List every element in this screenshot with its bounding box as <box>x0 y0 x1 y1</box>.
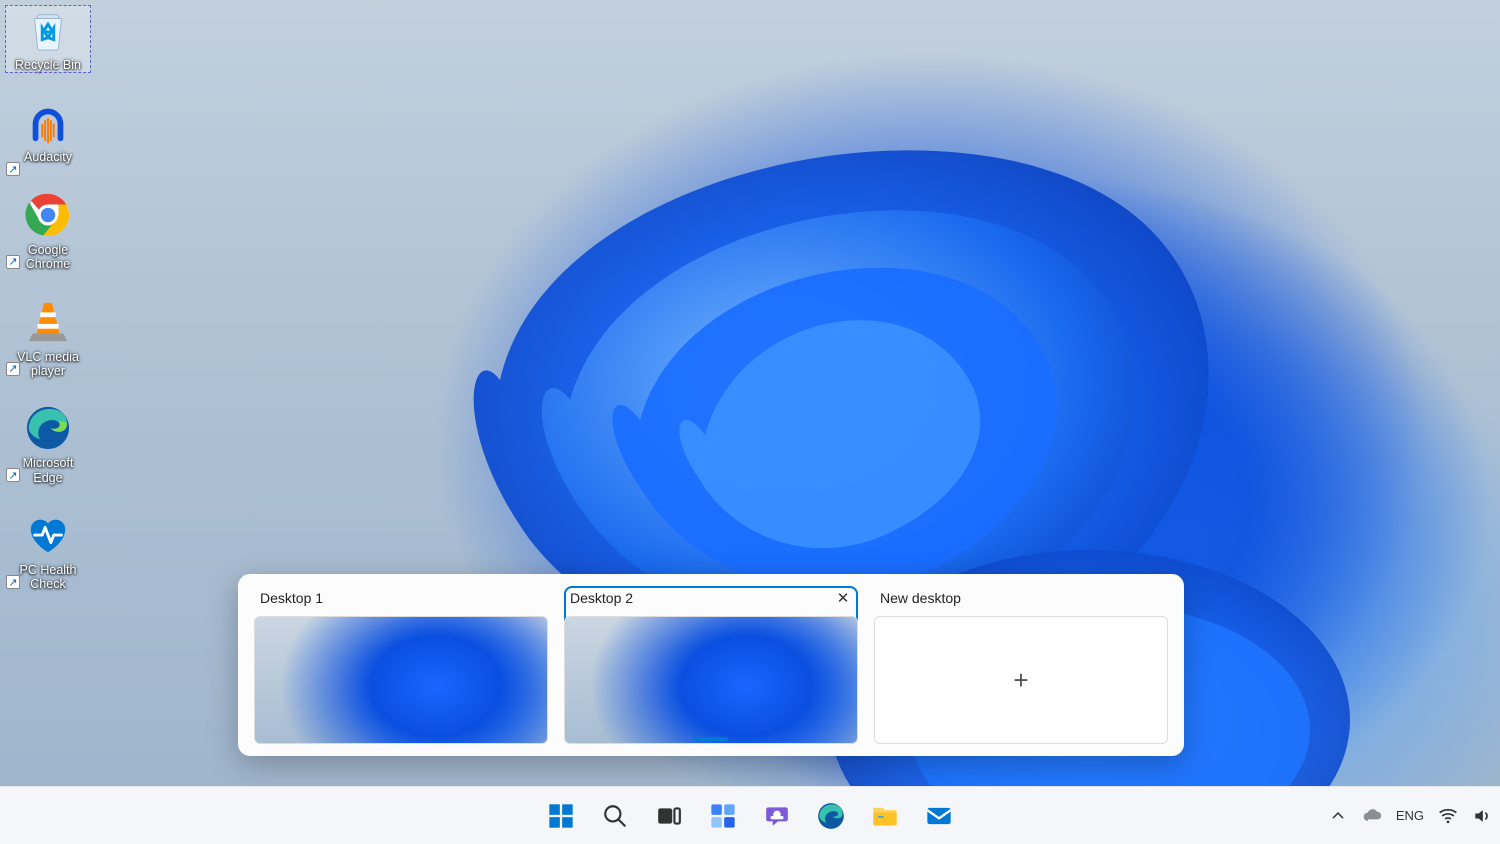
virtual-desktop-2[interactable]: Desktop 2 ✕ <box>564 586 858 744</box>
pc-health-check-icon <box>24 511 72 559</box>
start-icon <box>547 802 575 830</box>
taskview-button[interactable] <box>647 794 691 838</box>
plus-icon: + <box>1013 665 1028 696</box>
search-icon <box>602 803 628 829</box>
chrome-icon <box>24 191 72 239</box>
wifi-icon <box>1438 806 1458 826</box>
mail-icon <box>925 802 953 830</box>
virtual-desktop-title: Desktop 2 <box>570 590 633 606</box>
shortcut-arrow-icon: ↗ <box>6 362 20 376</box>
volume-button[interactable] <box>1472 806 1492 826</box>
search-button[interactable] <box>593 794 637 838</box>
close-icon[interactable]: ✕ <box>834 589 852 607</box>
widgets-button[interactable] <box>701 794 745 838</box>
taskbar-pinned <box>539 794 961 838</box>
taskview-panel: Desktop 1 Desktop 2 ✕ New desktop + <box>238 574 1184 756</box>
start-button[interactable] <box>539 794 583 838</box>
shortcut-arrow-icon: ↗ <box>6 162 20 176</box>
desktop-wallpaper[interactable]: Recycle Bin ↗ Audacity ↗ Google Chrome <box>0 0 1500 844</box>
shortcut-arrow-icon: ↗ <box>6 575 20 589</box>
cloud-icon <box>1362 806 1382 826</box>
file-explorer-icon <box>871 802 899 830</box>
chat-button[interactable] <box>755 794 799 838</box>
volume-icon <box>1472 806 1492 826</box>
chat-icon <box>764 803 790 829</box>
virtual-desktop-thumbnail[interactable] <box>254 616 548 744</box>
taskbar: ENG <box>0 786 1500 844</box>
shortcut-arrow-icon: ↗ <box>6 468 20 482</box>
desktop-icon-pc-health-check[interactable]: ↗ PC Health Check <box>6 511 90 592</box>
desktop-icon-audacity[interactable]: ↗ Audacity <box>6 98 90 164</box>
virtual-desktop-1[interactable]: Desktop 1 <box>254 586 548 744</box>
edge-icon <box>24 404 72 452</box>
desktop-icon-vlc[interactable]: ↗ VLC media player <box>6 298 90 379</box>
recycle-bin-icon <box>24 6 72 54</box>
new-desktop[interactable]: New desktop + <box>874 586 1168 744</box>
file-explorer-button[interactable] <box>863 794 907 838</box>
tray-overflow-button[interactable] <box>1328 806 1348 826</box>
system-tray: ENG <box>1328 806 1492 826</box>
desktop-icon-label: Recycle Bin <box>13 58 83 72</box>
chevron-up-icon <box>1331 809 1345 823</box>
desktop-icon-label: Audacity <box>22 150 74 164</box>
desktop-icon-recycle-bin[interactable]: Recycle Bin <box>6 6 90 72</box>
desktop-icon-chrome[interactable]: ↗ Google Chrome <box>6 191 90 272</box>
edge-button[interactable] <box>809 794 853 838</box>
virtual-desktop-thumbnail[interactable] <box>564 616 858 744</box>
active-desktop-indicator <box>694 737 728 741</box>
edge-icon <box>817 802 845 830</box>
widgets-icon <box>709 802 737 830</box>
onedrive-button[interactable] <box>1362 806 1382 826</box>
language-indicator[interactable]: ENG <box>1396 808 1424 823</box>
taskview-icon <box>656 803 682 829</box>
wifi-button[interactable] <box>1438 806 1458 826</box>
vlc-icon <box>24 298 72 346</box>
new-desktop-button[interactable]: + <box>874 616 1168 744</box>
desktop-icon-edge[interactable]: ↗ Microsoft Edge <box>6 404 90 485</box>
new-desktop-label: New desktop <box>880 590 961 606</box>
audacity-icon <box>24 98 72 146</box>
mail-button[interactable] <box>917 794 961 838</box>
desktop-icons: Recycle Bin ↗ Audacity ↗ Google Chrome <box>6 6 90 592</box>
shortcut-arrow-icon: ↗ <box>6 255 20 269</box>
virtual-desktop-title: Desktop 1 <box>260 590 323 606</box>
